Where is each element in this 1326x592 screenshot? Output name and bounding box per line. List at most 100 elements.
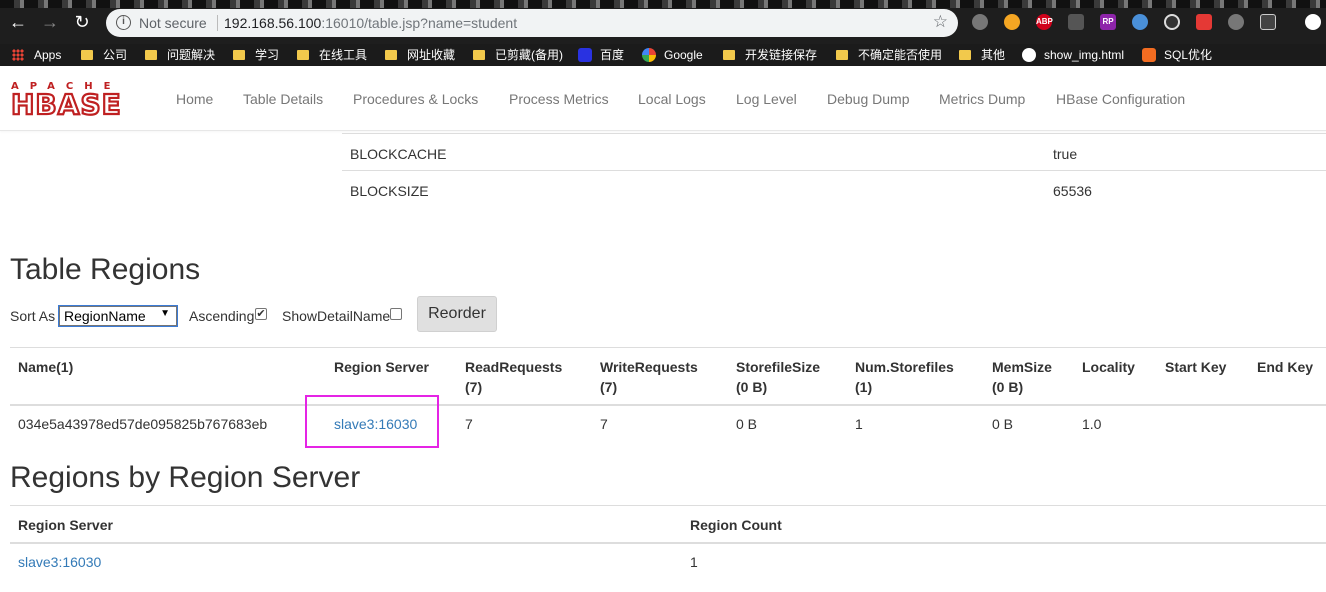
extension-search-icon[interactable] (1164, 14, 1180, 30)
nav-debug-dump[interactable]: Debug Dump (827, 91, 910, 107)
col-header-locality[interactable]: Locality (1082, 357, 1135, 377)
divider (10, 505, 1326, 506)
extension-circle-icon[interactable] (1132, 14, 1148, 30)
url-text[interactable]: 192.168.56.100:16010/table.jsp?name=stud… (224, 15, 517, 31)
nav-process-metrics[interactable]: Process Metrics (509, 91, 609, 107)
bookmark-folder[interactable]: 在线工具 (297, 46, 367, 64)
nav-log-level[interactable]: Log Level (736, 91, 797, 107)
divider (10, 404, 1326, 406)
extension-evernote-icon[interactable] (972, 14, 988, 30)
col-header-start-key[interactable]: Start Key (1165, 357, 1226, 377)
bookmark-folder[interactable]: 学习 (233, 46, 279, 64)
extension-abp-icon[interactable]: ABP (1036, 14, 1053, 30)
hbase-logo[interactable]: APACHE HBASE (10, 81, 147, 121)
forward-icon[interactable]: → (40, 12, 60, 32)
main-content: BLOCKCACHE true BLOCKSIZE 65536 Table Re… (0, 131, 1326, 592)
nav-procedures-locks[interactable]: Procedures & Locks (353, 91, 478, 107)
bookmark-star-icon[interactable]: ☆ (933, 12, 948, 32)
nav-hbase-configuration[interactable]: HBase Configuration (1056, 91, 1185, 107)
tab-strip (0, 0, 1326, 8)
apps-grid-icon (12, 49, 24, 61)
bookmark-label: 不确定能否使用 (858, 48, 943, 62)
info-icon[interactable]: i (116, 15, 131, 30)
bookmark-label: Apps (34, 48, 62, 62)
extension-red-icon[interactable] (1196, 14, 1212, 30)
bookmarks-bar: Apps 公司 问题解决 学习 在线工具 网址收藏 已剪藏(备用) 百度 Goo… (0, 44, 1326, 66)
sort-select[interactable]: RegionName ▼ (58, 305, 178, 327)
bookmark-folder[interactable]: 问题解决 (145, 46, 215, 64)
bookmark-baidu[interactable]: 百度 (578, 46, 624, 64)
bookmark-show-img[interactable]: show_img.html (1022, 46, 1124, 64)
logo-hbase-text: HBASE (10, 88, 122, 121)
extension-cursor-icon[interactable] (1068, 14, 1084, 30)
col-header-region-server[interactable]: Region Server (334, 357, 429, 377)
col-header-write-requests[interactable]: WriteRequests (7) (600, 357, 698, 397)
col-header-name[interactable]: Name(1) (18, 357, 73, 377)
baidu-icon (578, 48, 592, 62)
col-header-region-count: Region Count (690, 517, 782, 533)
col-header-num-storefiles[interactable]: Num.Storefiles (1) (855, 357, 954, 397)
extension-owl-icon[interactable] (1004, 14, 1020, 30)
regions-table: Name(1) Region Server ReadRequests (7) Wr… (10, 347, 1326, 437)
ascending-label: Ascending (189, 308, 255, 324)
attribute-value: true (1053, 146, 1078, 162)
folder-icon (233, 50, 245, 60)
sort-select-value: RegionName (64, 308, 146, 324)
highlight-annotation (305, 395, 439, 448)
ascending-checkbox[interactable]: ✔ (255, 308, 267, 320)
folder-icon (385, 50, 397, 60)
nav-table-details[interactable]: Table Details (243, 91, 323, 107)
bookmark-label: 已剪藏(备用) (495, 48, 563, 62)
folder-icon (297, 50, 309, 60)
profile-avatar-icon[interactable] (1305, 14, 1321, 30)
bookmark-apps[interactable]: Apps (12, 46, 61, 64)
dropdown-arrow-icon: ▼ (160, 308, 170, 319)
read-requests-cell: 7 (465, 416, 473, 432)
bookmark-folder[interactable]: 网址收藏 (385, 46, 455, 64)
hbase-navbar: APACHE HBASE Home Table Details Procedur… (0, 66, 1326, 131)
url-host: 192.168.56.100 (224, 15, 322, 31)
regions-by-server-table: Region Server Region Count slave3:16030 … (10, 505, 1326, 592)
bookmark-folder[interactable]: 开发链接保存 (723, 46, 817, 64)
col-header-read-requests[interactable]: ReadRequests (7) (465, 357, 562, 397)
bookmark-sql[interactable]: SQL优化 (1142, 46, 1212, 64)
folder-icon (81, 50, 93, 60)
bookmark-folder[interactable]: 公司 (81, 46, 127, 64)
col-header-storefile-size[interactable]: StorefileSize (0 B) (736, 357, 820, 397)
bookmark-label: 网址收藏 (407, 48, 456, 62)
show-detail-name-label: ShowDetailName (282, 308, 391, 324)
extension-rp-icon[interactable]: RP (1100, 14, 1116, 30)
bookmark-folder[interactable]: 其他 (959, 46, 1005, 64)
bookmark-label: 百度 (600, 48, 625, 62)
address-bar[interactable]: i Not secure 192.168.56.100:16010/table.… (106, 9, 958, 37)
bookmark-label: 公司 (103, 48, 128, 62)
folder-icon (959, 50, 971, 60)
extension-cloud-icon[interactable] (1228, 14, 1244, 30)
show-detail-name-checkbox[interactable] (390, 308, 402, 320)
region-server-link[interactable]: slave3:16030 (18, 552, 101, 572)
bookmark-folder[interactable]: 已剪藏(备用) (473, 46, 563, 64)
reorder-button[interactable]: Reorder (417, 296, 497, 332)
bookmark-label: 其他 (981, 48, 1006, 62)
sort-controls: Sort As RegionName ▼ Ascending ✔ ShowDet… (10, 296, 610, 333)
attribute-row: BLOCKSIZE 65536 (342, 170, 1326, 207)
nav-local-logs[interactable]: Local Logs (638, 91, 706, 107)
bookmark-label: SQL优化 (1164, 48, 1213, 62)
security-label: Not secure (139, 15, 207, 31)
reload-icon[interactable]: ↻ (72, 12, 92, 32)
bookmark-folder[interactable]: 不确定能否使用 (836, 46, 942, 64)
nav-home[interactable]: Home (176, 91, 213, 107)
folder-icon (723, 50, 735, 60)
col-header-end-key[interactable]: End Key (1257, 357, 1313, 377)
browser-toolbar: ← → ↻ i Not secure 192.168.56.100:16010/… (0, 0, 1326, 44)
folder-icon (473, 50, 485, 60)
col-header-memsize[interactable]: MemSize (0 B) (992, 357, 1052, 397)
extension-oo-icon[interactable] (1260, 14, 1276, 30)
folder-icon (836, 50, 848, 60)
nav-metrics-dump[interactable]: Metrics Dump (939, 91, 1025, 107)
write-requests-cell: 7 (600, 416, 608, 432)
bookmark-google[interactable]: Google (642, 46, 703, 64)
bookmark-label: show_img.html (1044, 48, 1125, 62)
back-icon[interactable]: ← (8, 12, 28, 32)
col-header-region-server: Region Server (18, 517, 113, 533)
